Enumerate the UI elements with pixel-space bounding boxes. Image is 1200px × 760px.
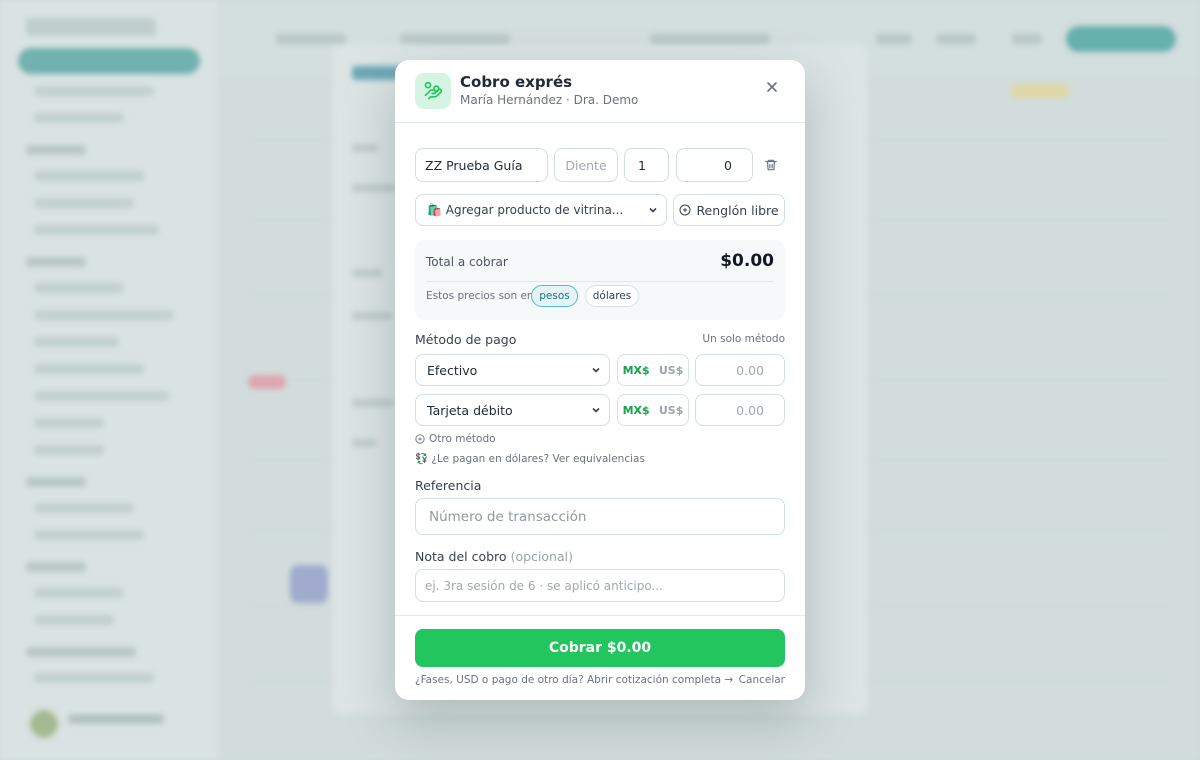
tooth-placeholder: Diente xyxy=(565,157,607,173)
note-label-text: Nota del cobro xyxy=(415,549,507,564)
quantity-input[interactable]: 1 xyxy=(624,148,669,182)
free-row-button[interactable]: Renglón libre xyxy=(673,194,785,226)
chevron-down-icon xyxy=(592,367,600,373)
other-method-label: Otro método xyxy=(429,433,496,445)
total-summary: Total a cobrar $0.00 Estos precios son e… xyxy=(415,240,785,320)
note-label: Nota del cobro (opcional) xyxy=(415,549,573,564)
total-label: Total a cobrar xyxy=(426,255,508,269)
currency-pesos-toggle[interactable]: pesos xyxy=(531,285,578,307)
quantity-value: 1 xyxy=(638,157,646,173)
close-button[interactable] xyxy=(763,78,781,96)
single-method-toggle[interactable]: Un solo método xyxy=(702,333,785,345)
payment-amount-input-2[interactable]: 0.00 xyxy=(695,394,785,426)
modal-footer: Cobrar $0.00 ¿Fases, USD o pago de otro … xyxy=(395,615,805,700)
payment-method-value-1: Efectivo xyxy=(427,362,478,378)
usd-option-1[interactable]: US$ xyxy=(659,364,684,377)
trash-icon xyxy=(765,159,777,171)
payment-amount-placeholder-1: 0.00 xyxy=(736,362,764,378)
open-full-quote-link[interactable]: ¿Fases, USD o pago de otro día? Abrir co… xyxy=(415,674,733,686)
total-divider xyxy=(426,281,774,282)
currency-switch-2: MX$ US$ xyxy=(617,394,689,426)
money-hand-icon xyxy=(415,73,451,109)
currency-dollars-toggle[interactable]: dólares xyxy=(585,285,639,307)
usd-equivalences-link[interactable]: 💱 ¿Le pagan en dólares? Ver equivalencia… xyxy=(415,452,645,465)
free-row-label: Renglón libre xyxy=(696,202,779,218)
usd-option-2[interactable]: US$ xyxy=(659,404,684,417)
reference-placeholder: Número de transacción xyxy=(429,508,587,525)
reference-label: Referencia xyxy=(415,478,482,493)
usd-equivalences-label: 💱 ¿Le pagan en dólares? Ver equivalencia… xyxy=(415,453,645,465)
express-charge-modal: Cobro exprés María Hernández · Dra. Demo… xyxy=(395,60,805,700)
modal-subtitle: María Hernández · Dra. Demo xyxy=(460,93,639,107)
product-name-input[interactable]: ZZ Prueba Guía xyxy=(415,148,548,182)
product-name-value: ZZ Prueba Guía xyxy=(425,157,523,173)
prices-currency-label: Estos precios son en xyxy=(426,290,534,302)
modal-header: Cobro exprés María Hernández · Dra. Demo xyxy=(395,60,805,123)
cancel-button[interactable]: Cancelar xyxy=(739,674,785,686)
reference-input[interactable]: Número de transacción xyxy=(415,498,785,535)
charge-button[interactable]: Cobrar $0.00 xyxy=(415,629,785,667)
mxn-option-1[interactable]: MX$ xyxy=(623,364,650,377)
payment-method-label: Método de pago xyxy=(415,332,517,347)
note-placeholder: ej. 3ra sesión de 6 · se aplicó anticipo… xyxy=(425,578,663,593)
add-product-select[interactable]: 🛍️ Agregar producto de vitrina... xyxy=(415,194,667,226)
price-input[interactable]: 0 xyxy=(676,148,753,182)
payment-amount-input-1[interactable]: 0.00 xyxy=(695,354,785,386)
other-method-link[interactable]: Otro método xyxy=(415,433,496,445)
payment-method-select-2[interactable]: Tarjeta débito xyxy=(415,394,610,426)
close-icon xyxy=(767,82,777,92)
payment-method-select-1[interactable]: Efectivo xyxy=(415,354,610,386)
modal-title: Cobro exprés xyxy=(460,73,573,91)
add-product-label: 🛍️ Agregar producto de vitrina... xyxy=(427,203,624,217)
delete-row-button[interactable] xyxy=(764,157,780,173)
tooth-input[interactable]: Diente xyxy=(554,148,618,182)
currency-switch-1: MX$ US$ xyxy=(617,354,689,386)
plus-circle-icon xyxy=(679,204,691,216)
total-value: $0.00 xyxy=(720,251,774,271)
mxn-option-2[interactable]: MX$ xyxy=(623,404,650,417)
payment-amount-placeholder-2: 0.00 xyxy=(736,402,764,418)
payment-method-value-2: Tarjeta débito xyxy=(427,402,513,418)
plus-circle-icon xyxy=(415,434,425,444)
price-value: 0 xyxy=(724,157,732,173)
chevron-down-icon xyxy=(649,207,657,213)
chevron-down-icon xyxy=(592,407,600,413)
note-input[interactable]: ej. 3ra sesión de 6 · se aplicó anticipo… xyxy=(415,569,785,602)
note-optional-label: (opcional) xyxy=(510,549,573,564)
